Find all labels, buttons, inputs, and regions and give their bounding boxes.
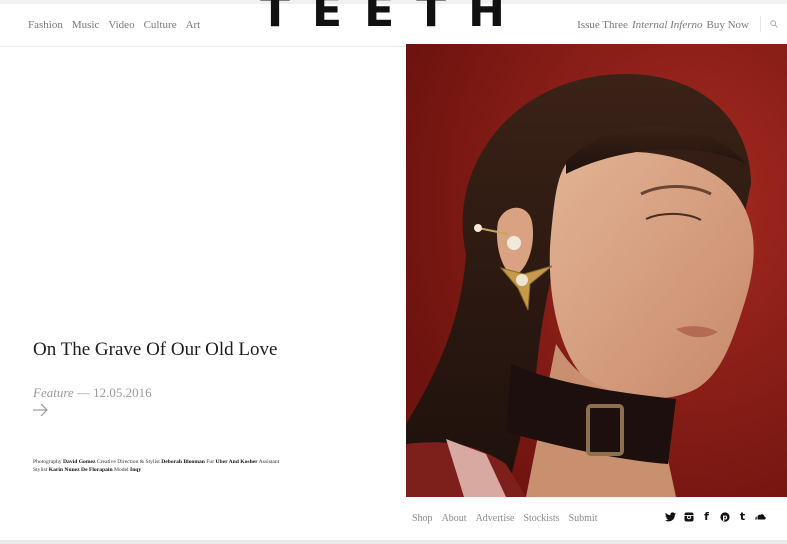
credit-name: Deborah Blooman	[161, 459, 205, 465]
footer-link-stockists[interactable]: Stockists	[523, 513, 559, 524]
footer-link-about[interactable]: About	[442, 513, 467, 524]
footer-link-submit[interactable]: Submit	[569, 513, 598, 524]
search-button[interactable]	[760, 16, 783, 32]
credit-role: Fur	[206, 459, 215, 465]
article-meta: Feature — 12.05.2016	[33, 385, 152, 401]
arrow-right-icon[interactable]	[32, 403, 50, 417]
credit-name: Inqy	[130, 466, 142, 473]
credit-name: Karin Nunez De Florapain	[48, 466, 113, 473]
issue-nav: Issue Three Internal Inferno Buy Now	[577, 19, 749, 31]
svg-text:p: p	[722, 513, 727, 521]
credit-role: Creative Direction & Stylist	[96, 459, 160, 465]
search-icon	[770, 20, 778, 28]
site-header: Fashion Music Video Culture Art TEETH Is…	[0, 0, 787, 47]
buy-now-link[interactable]: Buy Now	[707, 19, 749, 31]
portrait-illustration	[406, 44, 787, 497]
facebook-icon[interactable]: f	[701, 510, 712, 523]
credit-name: David Gomez	[63, 459, 96, 465]
article-date: 12.05.2016	[93, 385, 152, 400]
tumblr-icon[interactable]: t	[737, 510, 748, 523]
social-links: f p t	[665, 510, 766, 523]
credit-role: Model	[114, 466, 129, 473]
pinterest-icon[interactable]: p	[719, 511, 730, 522]
footer-link-shop[interactable]: Shop	[412, 513, 433, 524]
credit-role: Photography	[33, 459, 62, 465]
feature-photo[interactable]	[406, 44, 787, 497]
issue-label[interactable]: Issue Three	[577, 19, 628, 31]
article-title[interactable]: On The Grave Of Our Old Love	[33, 340, 293, 359]
footer-nav: Shop About Advertise Stockists Submit	[412, 513, 597, 524]
soundcloud-icon[interactable]	[755, 511, 766, 522]
page: Fashion Music Video Culture Art TEETH Is…	[0, 0, 787, 544]
twitter-icon[interactable]	[665, 511, 676, 522]
date-separator: —	[73, 385, 94, 400]
footer-link-advertise[interactable]: Advertise	[476, 513, 515, 524]
photo-credits: Photography David Gomez Creative Directi…	[33, 459, 283, 474]
bottom-border	[0, 540, 787, 544]
article-category[interactable]: Feature	[33, 385, 74, 400]
issue-title[interactable]: Internal Inferno	[632, 19, 703, 31]
instagram-icon[interactable]	[683, 511, 694, 522]
credit-name: Uber And Kosher	[215, 459, 258, 465]
